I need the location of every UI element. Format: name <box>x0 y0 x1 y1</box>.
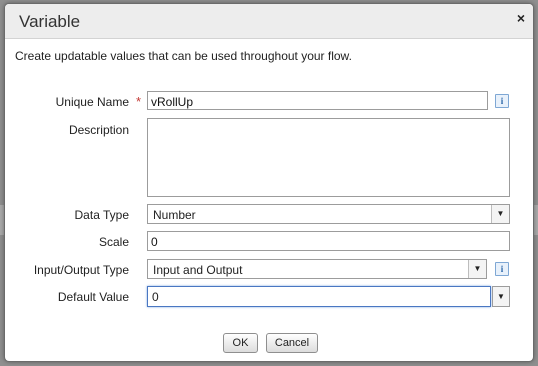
scale-input[interactable]: 0 <box>147 231 510 251</box>
close-icon[interactable]: × <box>517 10 525 26</box>
dialog-intro: Create updatable values that can be used… <box>15 49 352 63</box>
variable-dialog: Variable × Create updatable values that … <box>4 3 534 362</box>
info-icon[interactable]: i <box>495 94 509 108</box>
data-type-select[interactable]: Number ▼ <box>147 204 510 224</box>
io-type-label: Input/Output Type <box>33 263 129 277</box>
required-marker: * <box>136 94 142 109</box>
io-type-select[interactable]: Input and Output ▼ <box>147 259 487 279</box>
unique-name-input[interactable]: vRollUp <box>147 91 488 110</box>
ok-button[interactable]: OK <box>223 333 258 353</box>
cancel-button[interactable]: Cancel <box>266 333 318 353</box>
chevron-down-icon[interactable]: ▼ <box>468 260 486 278</box>
data-type-value: Number <box>153 208 196 222</box>
default-value-label: Default Value <box>57 290 129 304</box>
chevron-down-icon[interactable]: ▼ <box>492 286 510 307</box>
description-textarea[interactable] <box>147 118 510 197</box>
dialog-title: Variable <box>19 12 81 31</box>
unique-name-label: Unique Name <box>55 95 129 109</box>
dialog-header: Variable × <box>5 4 533 39</box>
data-type-label: Data Type <box>74 208 129 222</box>
description-label: Description <box>68 123 129 137</box>
default-value-input[interactable]: 0 <box>147 286 491 307</box>
io-type-value: Input and Output <box>153 263 243 277</box>
scale-label: Scale <box>98 235 129 249</box>
chevron-down-icon[interactable]: ▼ <box>491 205 509 223</box>
info-icon[interactable]: i <box>495 262 509 276</box>
